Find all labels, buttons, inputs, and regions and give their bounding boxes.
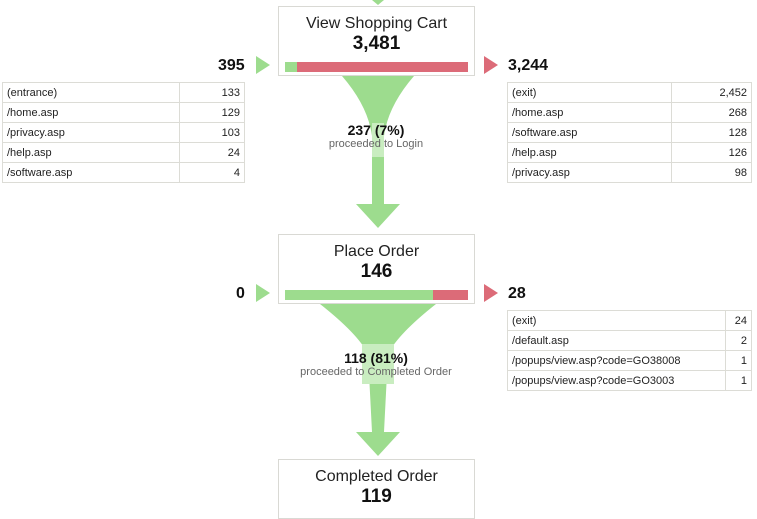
- table-row[interactable]: /home.asp 268: [507, 102, 753, 123]
- exit-destinations-table: (exit) 2,452 /home.asp 268 /software.asp 12…: [507, 82, 753, 183]
- value-cell: 24: [724, 310, 753, 331]
- page-cell: /software.asp: [2, 162, 180, 183]
- retention-bar: [285, 62, 468, 72]
- step-completed-order[interactable]: Completed Order 119: [278, 459, 475, 519]
- step-title: View Shopping Cart: [305, 15, 448, 32]
- table-row[interactable]: /privacy.asp 98: [507, 162, 753, 183]
- value-cell: 133: [178, 82, 246, 103]
- exit-arrow-icon: [484, 284, 498, 302]
- table-row[interactable]: /home.asp 129: [2, 102, 246, 123]
- exit-segment: [297, 62, 468, 72]
- step-place-order[interactable]: Place Order 146: [278, 234, 475, 304]
- value-cell: 103: [178, 122, 246, 143]
- exit-segment: [433, 290, 468, 300]
- table-row[interactable]: /default.asp 2: [507, 330, 753, 351]
- flow-text: proceeded to Login: [328, 138, 424, 150]
- table-row[interactable]: (entrance) 133: [2, 82, 246, 103]
- page-cell: /help.asp: [507, 142, 672, 163]
- exit-arrow-icon: [484, 56, 498, 74]
- value-cell: 2,452: [670, 82, 753, 103]
- step-title: Completed Order: [315, 468, 438, 485]
- table-row[interactable]: (exit) 2,452: [507, 82, 753, 103]
- retained-segment: [285, 290, 434, 300]
- entrances-count: 395: [218, 57, 245, 74]
- page-cell: /popups/view.asp?code=GO3003: [507, 370, 726, 391]
- value-cell: 128: [670, 122, 753, 143]
- exits-count: 3,244: [508, 57, 549, 74]
- value-cell: 4: [178, 162, 246, 183]
- page-cell: /popups/view.asp?code=GO38008: [507, 350, 726, 371]
- step-title: Place Order: [333, 243, 420, 260]
- page-cell: /help.asp: [2, 142, 180, 163]
- entrances-count: 0: [236, 285, 245, 302]
- table-row[interactable]: /privacy.asp 103: [2, 122, 246, 143]
- page-cell: (exit): [507, 82, 672, 103]
- page-cell: (exit): [507, 310, 726, 331]
- table-row[interactable]: /help.asp 24: [2, 142, 246, 163]
- page-cell: /privacy.asp: [2, 122, 180, 143]
- table-row[interactable]: /help.asp 126: [507, 142, 753, 163]
- step-count: 146: [360, 261, 393, 282]
- flow-text: proceeded to Completed Order: [300, 366, 452, 378]
- retained-segment: [285, 62, 298, 72]
- exit-destinations-table: (exit) 24 /default.asp 2 /popups/view.asp?…: [507, 310, 753, 391]
- page-cell: /default.asp: [507, 330, 726, 351]
- value-cell: 24: [178, 142, 246, 163]
- flow-count: 118 (81%): [344, 350, 408, 366]
- table-row[interactable]: /popups/view.asp?code=GO3003 1: [507, 370, 753, 391]
- value-cell: 98: [670, 162, 753, 183]
- step-count: 3,481: [352, 33, 401, 54]
- step-view-shopping-cart[interactable]: View Shopping Cart 3,481: [278, 6, 475, 76]
- flow-count: 237 (7%): [347, 122, 405, 138]
- page-cell: /privacy.asp: [507, 162, 672, 183]
- page-cell: (entrance): [2, 82, 180, 103]
- value-cell: 126: [670, 142, 753, 163]
- value-cell: 1: [724, 370, 753, 391]
- page-cell: /software.asp: [507, 122, 672, 143]
- retention-bar: [285, 290, 468, 300]
- entrance-arrow-icon: [256, 56, 270, 74]
- value-cell: 1: [724, 350, 753, 371]
- page-cell: /home.asp: [2, 102, 180, 123]
- value-cell: 2: [724, 330, 753, 351]
- flow-label-2: 118 (81%) proceeded to Completed Order: [276, 350, 476, 378]
- table-row[interactable]: /software.asp 128: [507, 122, 753, 143]
- page-cell: /home.asp: [507, 102, 672, 123]
- table-row[interactable]: (exit) 24: [507, 310, 753, 331]
- entrance-sources-table: (entrance) 133 /home.asp 129 /privacy.asp 1…: [2, 82, 246, 183]
- entrance-arrow-icon: [256, 284, 270, 302]
- step-count: 119: [361, 486, 392, 507]
- exits-count: 28: [508, 285, 526, 302]
- value-cell: 268: [670, 102, 753, 123]
- flow-label-1: 237 (7%) proceeded to Login: [276, 122, 476, 150]
- value-cell: 129: [178, 102, 246, 123]
- table-row[interactable]: /popups/view.asp?code=GO38008 1: [507, 350, 753, 371]
- funnel-flow-1: [342, 76, 414, 228]
- table-row[interactable]: /software.asp 4: [2, 162, 246, 183]
- funnel-flow-2: [320, 304, 436, 456]
